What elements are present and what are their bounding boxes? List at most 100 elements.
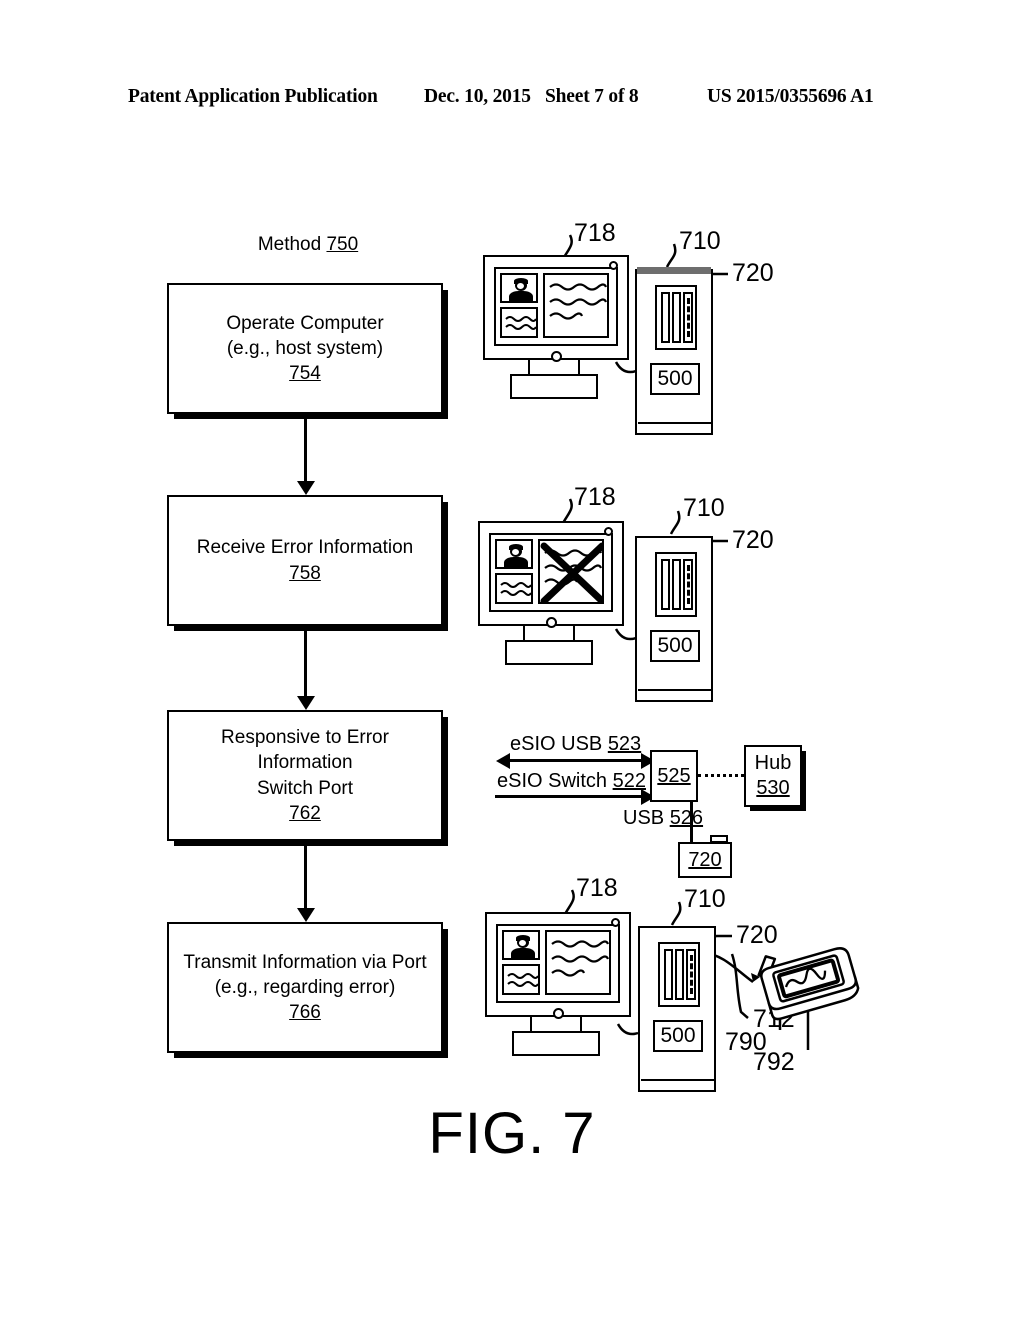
esio-usb-label: eSIO USB 523 <box>510 733 641 756</box>
hub-box-label: Hub <box>754 752 792 774</box>
flow-step-operate-computer: Operate Computer (e.g., host system) 754 <box>167 283 443 414</box>
hub-box-ref: 530 <box>756 777 790 799</box>
patent-number: US 2015/0355696 A1 <box>707 86 874 107</box>
flow-step-4-line2: (e.g., regarding error) <box>214 976 396 998</box>
card-slot-720-group2[interactable] <box>683 559 693 610</box>
screen-panel-small-text-group1 <box>500 307 538 338</box>
card-slot-frame-group4 <box>658 942 700 1007</box>
tower-module-500-group4: 500 <box>653 1020 703 1052</box>
switch-box-525[interactable]: 525 <box>650 750 698 802</box>
flow-step-receive-error-information: Receive Error Information 758 <box>167 495 443 626</box>
ref-718-group1: 718 <box>574 219 616 247</box>
monitor-neck-group2 <box>523 626 575 641</box>
flow-arrow-3 <box>296 845 315 922</box>
esio-switch-label-text: eSIO Switch <box>497 770 613 792</box>
monitor-power-led-group4 <box>611 918 620 927</box>
tower-module-500-group2: 500 <box>650 630 700 662</box>
flow-arrow-1 <box>296 418 315 495</box>
flow-arrow-2 <box>296 630 315 710</box>
flow-step-4-line1: Transmit Information via Port <box>183 951 427 973</box>
card-slot-frame-group2 <box>655 552 697 617</box>
tower-divider-group1 <box>638 422 711 424</box>
illustration-group-error-state: 718 710 720 500 <box>470 477 774 707</box>
wavy-lines-small-group2 <box>500 582 531 596</box>
ref-710-group4: 710 <box>684 885 726 913</box>
screen-panel-small-text-group2 <box>495 573 533 604</box>
ref-720-group1: 720 <box>732 259 774 287</box>
monitor-base-group2 <box>505 640 593 665</box>
flow-step-2-line1: Receive Error Information <box>196 537 414 559</box>
illustration-group-switch-hub: eSIO USB 523 eSIO Switch 522 525 Hub 530… <box>470 725 802 878</box>
card-slot-720-group1[interactable] <box>683 292 693 343</box>
error-x-cross-icon <box>540 542 602 602</box>
page-header: Patent Application Publication Dec. 10, … <box>0 86 1024 116</box>
switch-box-525-ref: 525 <box>657 764 691 787</box>
screen-panel-main-error-group2 <box>538 539 604 604</box>
wavy-lines-main-group1 <box>549 283 607 320</box>
flow-step-transmit-information: Transmit Information via Port (e.g., reg… <box>167 922 443 1053</box>
esio-usb-label-text: eSIO USB <box>510 733 608 755</box>
figure-caption: FIG. 7 <box>428 1101 596 1166</box>
tower-divider-group2 <box>638 689 711 691</box>
method-title: Method 750 <box>167 234 449 256</box>
wavy-lines-main-group4 <box>551 940 609 977</box>
method-title-text: Method <box>257 234 327 255</box>
card-slot-720-group4[interactable] <box>686 949 696 1000</box>
ref-710-group1: 710 <box>679 227 721 255</box>
wavy-lines-small-group4 <box>507 973 538 987</box>
monitor-base-group1 <box>510 374 598 399</box>
hub-box-530[interactable]: Hub 530 <box>744 745 802 807</box>
ref-720-group4: 720 <box>736 921 778 949</box>
screen-panel-avatar-group2 <box>495 539 533 569</box>
usb-526-ref: 526 <box>669 807 704 829</box>
card-slot-1-group4 <box>664 949 673 1000</box>
publication-date: Dec. 10, 2015 <box>424 86 531 107</box>
publication-title: Patent Application Publication <box>128 86 378 107</box>
sheet-number: Sheet 7 of 8 <box>545 86 639 107</box>
monitor-power-led-group2 <box>604 527 613 536</box>
illustration-group-normal-operation: 718 710 720 500 <box>470 215 774 445</box>
card-slot-frame-group1 <box>655 285 697 350</box>
flow-step-switch-port: Responsive to Error Information Switch P… <box>167 710 443 841</box>
card-slot-2-group1 <box>672 292 681 343</box>
esio-usb-ref: 523 <box>607 733 642 755</box>
card-slot-2-group2 <box>672 559 681 610</box>
usb-526-label-text: USB <box>623 807 670 829</box>
method-title-ref: 750 <box>326 234 359 255</box>
ref-720-group2: 720 <box>732 526 774 554</box>
ref-710-group2: 710 <box>683 494 725 522</box>
esio-usb-bidirectional-arrow <box>496 752 655 769</box>
device-box-720-ref: 720 <box>688 848 722 871</box>
monitor-power-led-group1 <box>609 261 618 270</box>
screen-panel-avatar-group4 <box>502 930 540 960</box>
monitor-neck-group1 <box>528 360 580 375</box>
ref-792-mobile-screen: 792 <box>753 1048 795 1076</box>
wavy-lines-small-group1 <box>505 316 536 330</box>
tower-module-500-group1: 500 <box>650 363 700 395</box>
screen-panel-small-text-group4 <box>502 964 540 995</box>
ref-718-group4: 718 <box>576 874 618 902</box>
flow-step-1-ref: 754 <box>289 363 321 385</box>
flow-step-4-ref: 766 <box>289 1002 321 1024</box>
card-slot-1-group1 <box>661 292 670 343</box>
tower-top-bar-group1 <box>637 267 711 274</box>
flow-step-1-line1: Operate Computer <box>226 312 384 334</box>
monitor-base-group4 <box>512 1031 600 1056</box>
screen-panel-main-group1 <box>543 273 609 338</box>
ref-718-group2: 718 <box>574 483 616 511</box>
flow-step-1-line2: (e.g., host system) <box>226 337 384 359</box>
flow-step-2-ref: 758 <box>289 562 321 584</box>
flow-step-3-line1: Responsive to Error Information <box>221 726 389 774</box>
screen-panel-avatar-group1 <box>500 273 538 303</box>
flow-step-3-ref: 762 <box>289 802 321 824</box>
esio-switch-arrow <box>495 788 655 805</box>
card-slot-2-group4 <box>675 949 684 1000</box>
flow-step-3-line2: Switch Port <box>256 777 354 799</box>
switch-to-hub-dotted-line <box>698 774 744 777</box>
screen-panel-main-group4 <box>545 930 611 995</box>
illustration-group-transmit-to-mobile: 718 710 720 712 790 792 500 <box>470 872 870 1092</box>
esio-switch-label: eSIO Switch 522 <box>497 770 646 793</box>
monitor-neck-group4 <box>530 1017 582 1032</box>
usb-526-label: USB 526 <box>623 807 703 830</box>
tower-divider-group4 <box>641 1079 714 1081</box>
